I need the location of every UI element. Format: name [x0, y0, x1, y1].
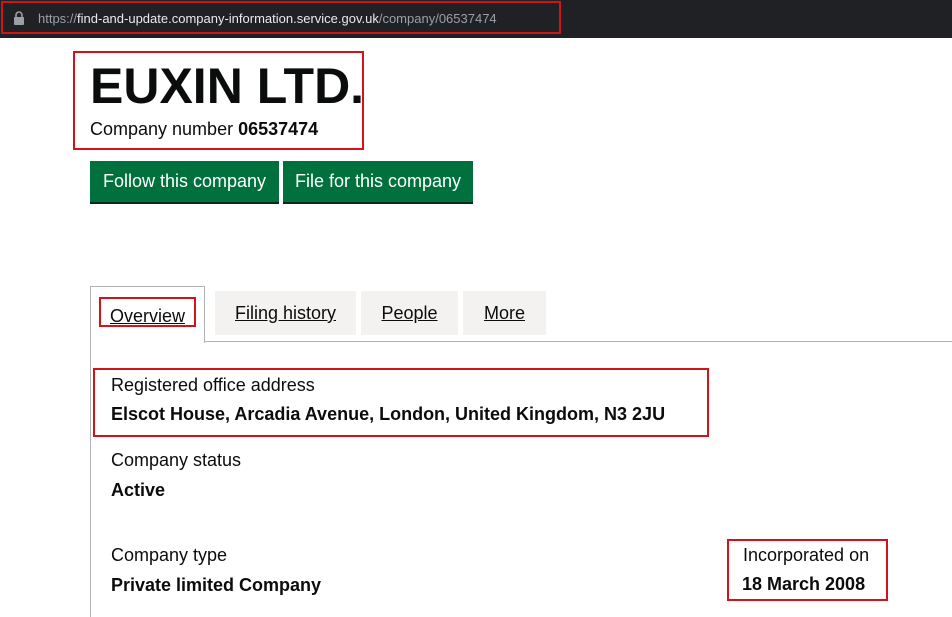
- tab-overview[interactable]: Overview: [90, 286, 205, 343]
- company-type-label: Company type: [111, 545, 228, 565]
- file-for-company-button[interactable]: File for this company: [283, 161, 473, 202]
- url-text[interactable]: https://find-and-update.company-informat…: [38, 10, 497, 28]
- tab-panel-border: [90, 342, 91, 617]
- registered-address-label: Registered office address: [111, 375, 315, 395]
- tab-more[interactable]: More: [463, 291, 546, 335]
- company-status-value: Active: [111, 480, 166, 500]
- tab-filing-history[interactable]: Filing history: [215, 291, 356, 335]
- tab-people[interactable]: People: [361, 291, 458, 335]
- url-scheme: https://: [38, 11, 78, 26]
- tabs-divider: [205, 341, 952, 342]
- company-type-value: Private limited Company: [111, 575, 322, 595]
- incorporated-on-value: 18 March 2008: [742, 574, 866, 594]
- incorporated-on-label: Incorporated on: [743, 545, 870, 565]
- company-name: EUXIN LTD.: [90, 58, 365, 114]
- url-host: find-and-update.company-information.serv…: [77, 11, 379, 26]
- url-path: /company/06537474: [378, 11, 497, 26]
- company-number-label: Company number: [90, 119, 234, 139]
- registered-address-value: Elscot House, Arcadia Avenue, London, Un…: [111, 404, 666, 424]
- lock-icon: [14, 11, 24, 25]
- browser-address-bar[interactable]: https://find-and-update.company-informat…: [0, 0, 952, 38]
- follow-company-button[interactable]: Follow this company: [90, 161, 279, 202]
- company-number: Company number 06537474: [90, 118, 318, 140]
- company-status-label: Company status: [111, 450, 242, 470]
- company-number-value: 06537474: [238, 119, 319, 139]
